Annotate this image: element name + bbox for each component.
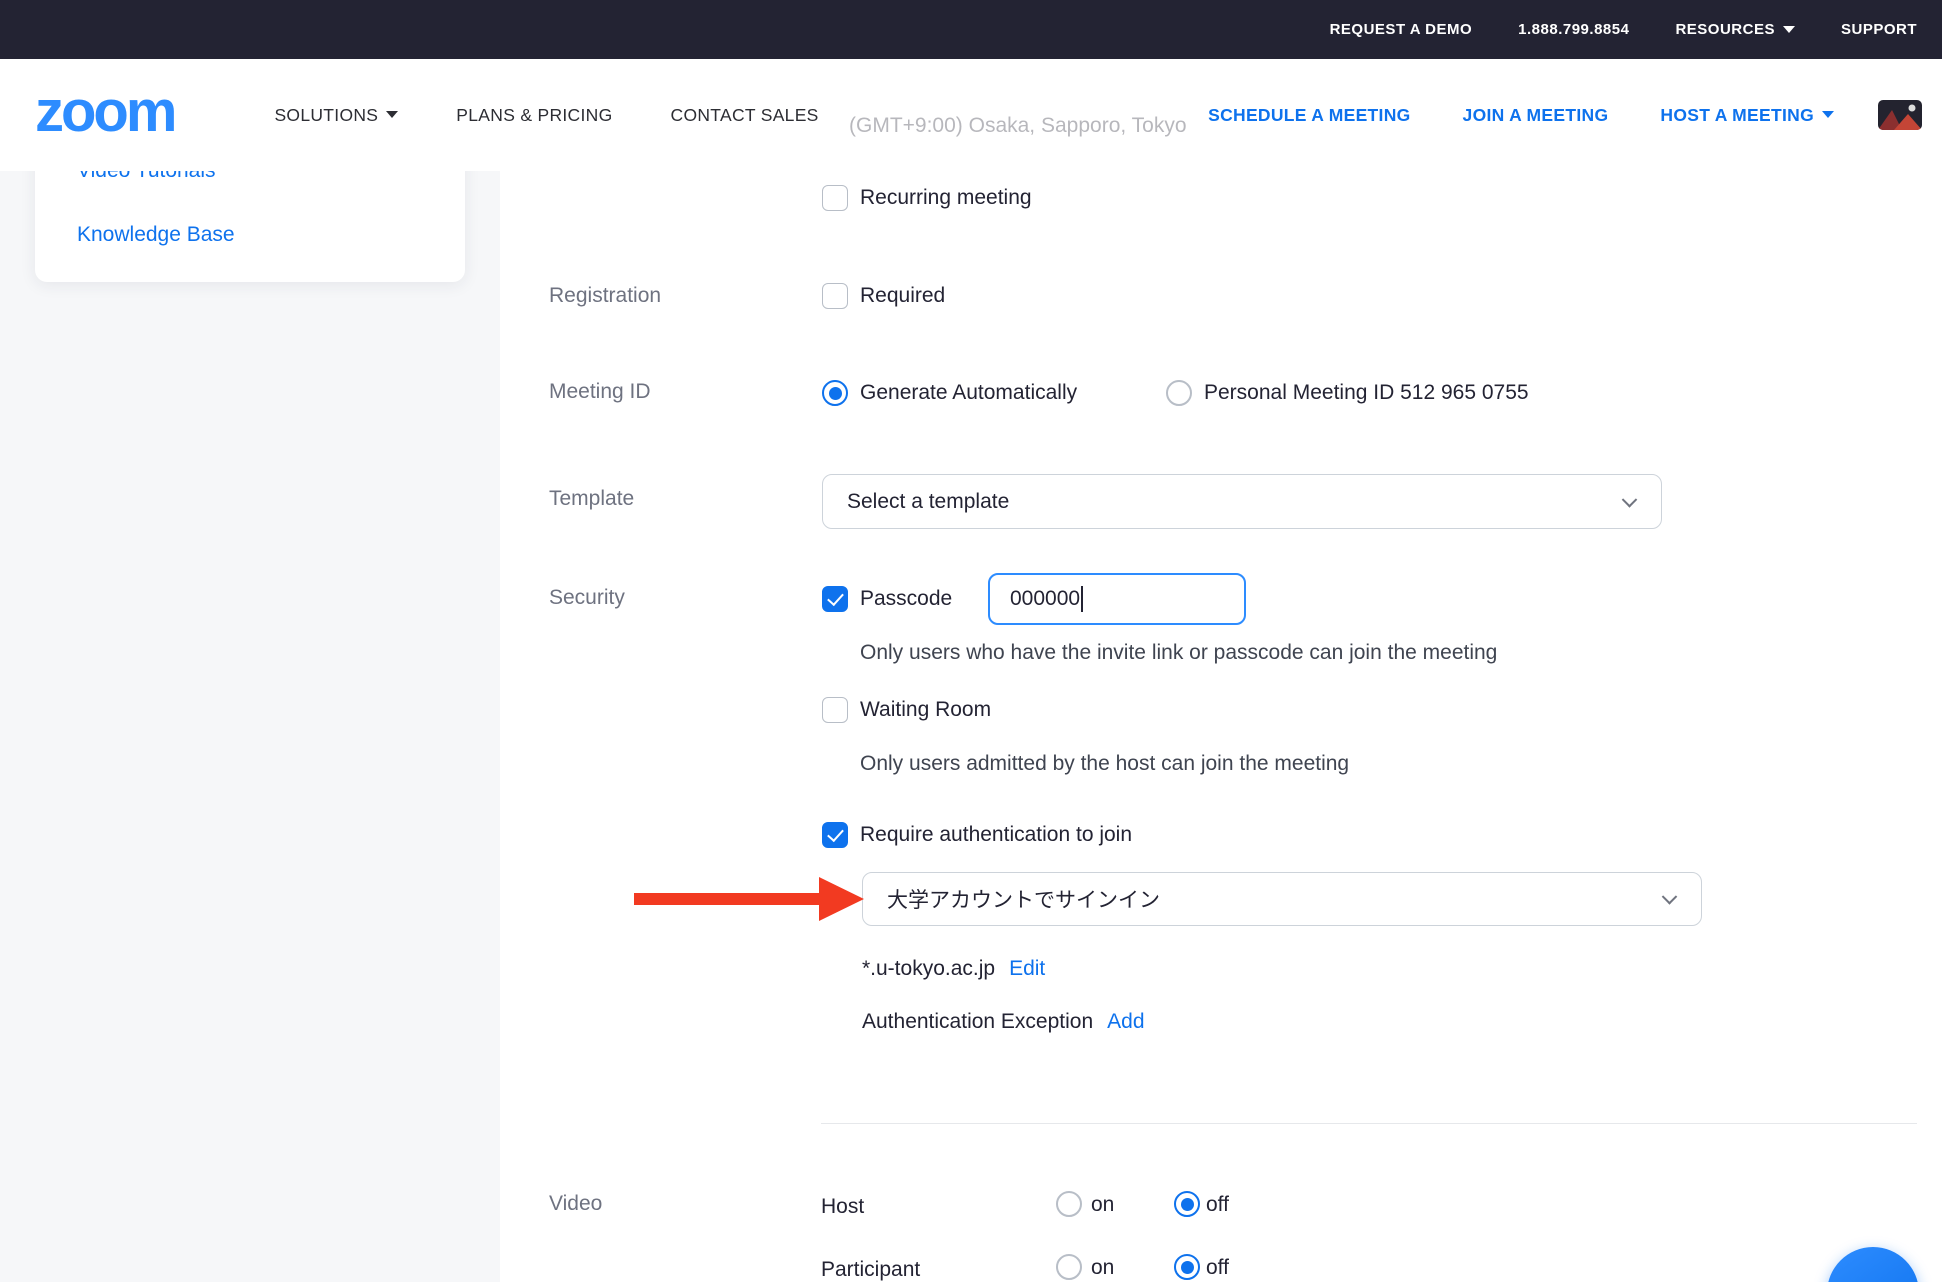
timezone-ghost-text: (GMT+9:00) Osaka, Sapporo, Tokyo	[849, 114, 1187, 138]
video-participant-label: Participant	[821, 1258, 920, 1282]
template-section-label: Template	[549, 487, 634, 511]
passcode-value: 000000	[1010, 587, 1080, 611]
participant-video-off-radio[interactable]	[1174, 1254, 1200, 1280]
primary-nav: SOLUTIONS PLANS & PRICING CONTACT SALES	[274, 105, 818, 126]
video-host-label: Host	[821, 1195, 864, 1219]
generate-automatically-label[interactable]: Generate Automatically	[860, 381, 1077, 405]
nav-host-meeting[interactable]: HOST A MEETING	[1660, 105, 1834, 126]
host-video-on-radio[interactable]	[1056, 1191, 1082, 1217]
auth-domain-edit-link[interactable]: Edit	[1009, 957, 1045, 981]
text-cursor	[1081, 586, 1083, 612]
recurring-meeting-checkbox[interactable]	[822, 185, 848, 211]
auth-domain-value: *.u-tokyo.ac.jp	[862, 957, 995, 981]
participant-video-on-radio[interactable]	[1056, 1254, 1082, 1280]
passcode-help-text: Only users who have the invite link or p…	[860, 641, 1497, 665]
video-section-label: Video	[549, 1192, 602, 1216]
zoom-logo[interactable]: zoom	[35, 83, 174, 141]
participant-video-on-label[interactable]: on	[1091, 1256, 1114, 1280]
host-video-on-label[interactable]: on	[1091, 1193, 1114, 1217]
chevron-down-icon	[1662, 889, 1678, 905]
support-link[interactable]: SUPPORT	[1841, 21, 1917, 38]
avatar-image	[1878, 100, 1922, 130]
help-button[interactable]	[1827, 1247, 1919, 1282]
phone-number-link[interactable]: 1.888.799.8854	[1518, 21, 1629, 38]
resources-menu[interactable]: RESOURCES	[1675, 21, 1795, 38]
nav-plans-pricing[interactable]: PLANS & PRICING	[456, 105, 612, 126]
template-select[interactable]: Select a template	[822, 474, 1662, 529]
nav-schedule-meeting[interactable]: SCHEDULE A MEETING	[1208, 105, 1410, 126]
waiting-room-help-text: Only users admitted by the host can join…	[860, 752, 1349, 776]
zoom-schedule-meeting-page: (GMT+9:00) Osaka, Sapporo, Tokyo Video T…	[0, 0, 1942, 1282]
personal-meeting-id-radio[interactable]	[1166, 380, 1192, 406]
host-video-off-radio[interactable]	[1174, 1191, 1200, 1217]
participant-video-off-label[interactable]: off	[1206, 1256, 1229, 1280]
caret-down-icon	[1783, 26, 1795, 33]
registration-required-label[interactable]: Required	[860, 284, 945, 308]
personal-meeting-id-label[interactable]: Personal Meeting ID 512 965 0755	[1204, 381, 1529, 405]
template-select-value: Select a template	[847, 490, 1009, 514]
registration-required-checkbox[interactable]	[822, 283, 848, 309]
authentication-method-select[interactable]: 大学アカウントでサインイン	[862, 872, 1702, 926]
security-section-label: Security	[549, 586, 625, 610]
recurring-meeting-label[interactable]: Recurring meeting	[860, 186, 1032, 210]
require-authentication-checkbox[interactable]	[822, 822, 848, 848]
passcode-input[interactable]: 000000	[988, 573, 1246, 625]
request-demo-link[interactable]: REQUEST A DEMO	[1330, 21, 1473, 38]
nav-solutions[interactable]: SOLUTIONS	[274, 105, 398, 126]
chevron-down-icon	[1622, 492, 1638, 508]
auth-exception-label: Authentication Exception	[862, 1010, 1093, 1034]
auth-exception-row: Authentication Exception Add	[862, 1010, 1145, 1034]
utility-topbar: REQUEST A DEMO 1.888.799.8854 RESOURCES …	[0, 0, 1942, 59]
authentication-method-value: 大学アカウントでサインイン	[887, 884, 1160, 914]
passcode-label[interactable]: Passcode	[860, 587, 952, 611]
user-avatar[interactable]	[1878, 100, 1922, 130]
sidebar-item-knowledge-base[interactable]: Knowledge Base	[77, 223, 235, 247]
auth-domain-row: *.u-tokyo.ac.jp Edit	[862, 957, 1045, 981]
meeting-id-section-label: Meeting ID	[549, 380, 651, 404]
nav-join-meeting[interactable]: JOIN A MEETING	[1463, 105, 1609, 126]
host-video-off-label[interactable]: off	[1206, 1193, 1229, 1217]
caret-down-icon	[386, 111, 398, 118]
annotation-arrow	[634, 876, 864, 927]
passcode-checkbox[interactable]	[822, 586, 848, 612]
waiting-room-checkbox[interactable]	[822, 697, 848, 723]
auth-exception-add-link[interactable]: Add	[1107, 1010, 1144, 1034]
nav-contact-sales[interactable]: CONTACT SALES	[671, 105, 819, 126]
meeting-nav: SCHEDULE A MEETING JOIN A MEETING HOST A…	[1208, 105, 1834, 126]
section-divider	[821, 1123, 1917, 1124]
waiting-room-label[interactable]: Waiting Room	[860, 698, 991, 722]
generate-automatically-radio[interactable]	[822, 380, 848, 406]
require-authentication-label[interactable]: Require authentication to join	[860, 823, 1132, 847]
registration-section-label: Registration	[549, 284, 661, 308]
caret-down-icon	[1822, 111, 1834, 118]
